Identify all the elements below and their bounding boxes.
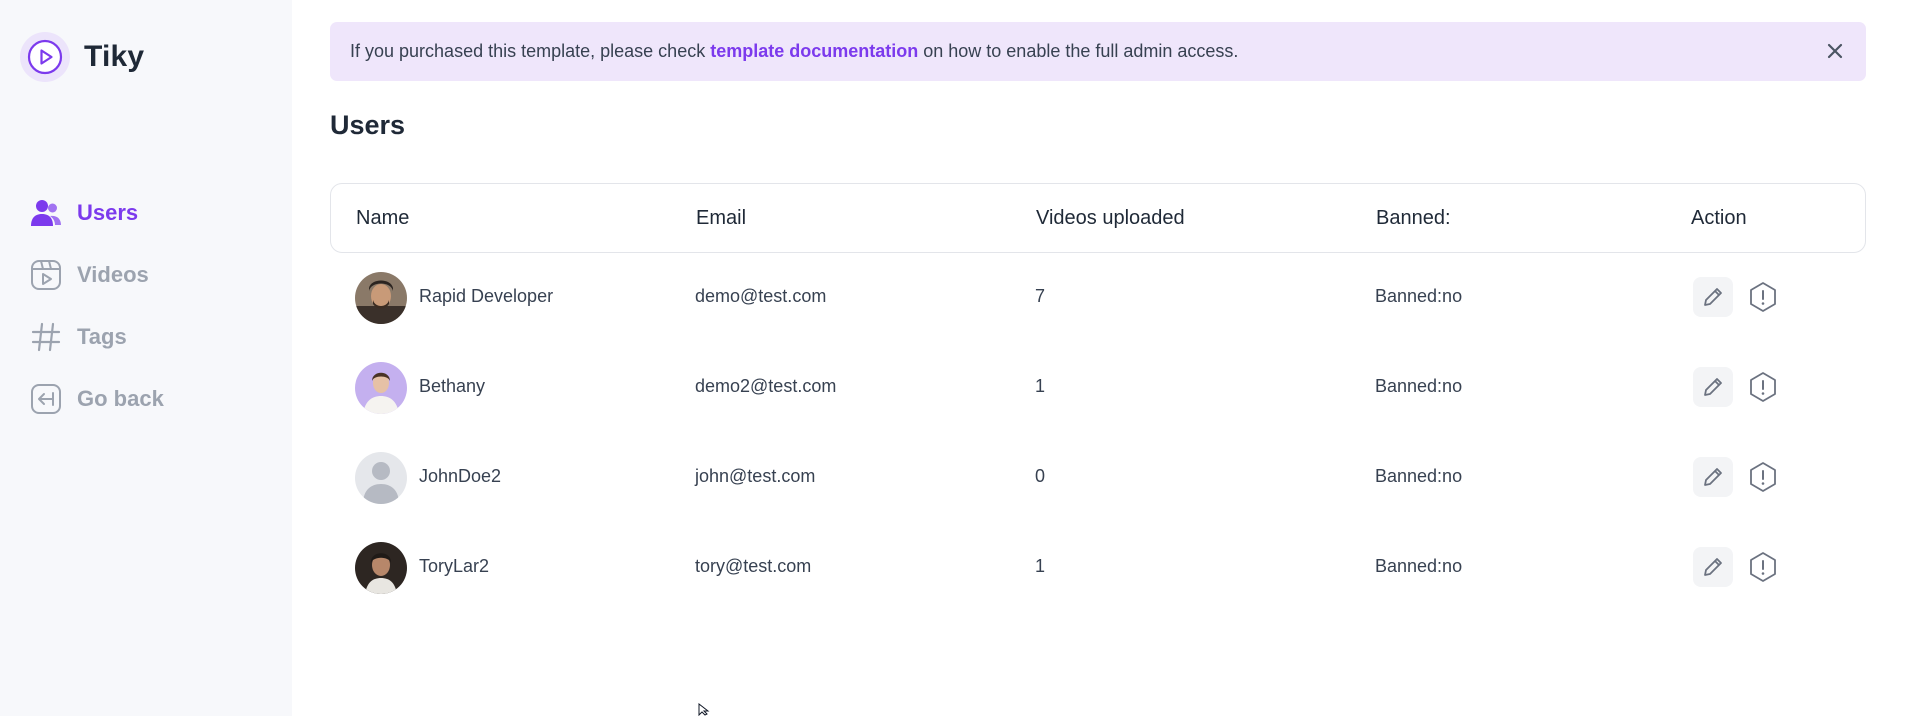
ban-button[interactable]: [1743, 547, 1783, 587]
alert-octagon-icon: [1750, 552, 1776, 582]
user-name: ToryLar2: [419, 556, 490, 576]
ban-button[interactable]: [1743, 367, 1783, 407]
ban-button[interactable]: [1743, 457, 1783, 497]
hash-icon: [30, 321, 62, 353]
column-header-email: Email: [696, 207, 747, 229]
avatar: [355, 542, 407, 594]
videos-uploaded-count: 1: [1035, 376, 1046, 396]
column-header-name: Name: [356, 207, 410, 229]
table-row: Bethany demo2@test.com 1 Banned:no: [330, 343, 1866, 433]
videos-uploaded-count: 1: [1035, 556, 1046, 576]
edit-button[interactable]: [1693, 457, 1733, 497]
avatar: [355, 362, 407, 414]
page-title: Users: [330, 110, 406, 140]
app-name: Tiky: [84, 40, 145, 73]
sidebar-item-videos[interactable]: Videos: [30, 257, 164, 293]
alert-octagon-icon: [1750, 282, 1776, 312]
column-header-action: Action: [1691, 207, 1747, 229]
user-email: demo2@test.com: [695, 376, 837, 396]
sidebar: Tiky Users Videos Tags Go back: [0, 0, 292, 716]
banned-status: Banned:no: [1375, 286, 1463, 306]
videos-uploaded-count: 7: [1035, 286, 1046, 306]
user-email: demo@test.com: [695, 286, 827, 306]
banned-status: Banned:no: [1375, 376, 1463, 396]
ban-button[interactable]: [1743, 277, 1783, 317]
edit-button[interactable]: [1693, 367, 1733, 407]
table-header: Name Email Videos uploaded Banned: Actio…: [330, 183, 1866, 253]
column-header-videos: Videos uploaded: [1036, 207, 1185, 229]
go-back-icon: [30, 383, 62, 415]
alert-octagon-icon: [1750, 462, 1776, 492]
user-email: john@test.com: [695, 466, 816, 486]
avatar: [355, 272, 407, 324]
sidebar-item-label: Go back: [77, 386, 164, 411]
avatar: [355, 452, 407, 504]
play-circle-icon: [20, 32, 70, 82]
sidebar-nav: Users Videos Tags Go back: [30, 195, 164, 443]
template-documentation-link[interactable]: template documentation: [710, 41, 918, 62]
user-name: Bethany: [419, 376, 486, 396]
sidebar-item-label: Users: [77, 200, 139, 225]
edit-button[interactable]: [1693, 277, 1733, 317]
pencil-icon: [1704, 468, 1722, 486]
sidebar-item-label: Videos: [77, 262, 149, 287]
pencil-icon: [1704, 558, 1722, 576]
close-icon[interactable]: [1824, 40, 1846, 62]
videos-uploaded-count: 0: [1035, 466, 1046, 486]
video-icon: [30, 259, 62, 291]
sidebar-item-label: Tags: [77, 324, 127, 349]
banned-status: Banned:no: [1375, 556, 1463, 576]
user-name: Rapid Developer: [419, 286, 554, 306]
sidebar-item-users[interactable]: Users: [30, 195, 164, 231]
user-email: tory@test.com: [695, 556, 812, 576]
edit-button[interactable]: [1693, 547, 1733, 587]
mouse-cursor-icon: [698, 703, 710, 716]
column-header-banned: Banned:: [1376, 207, 1451, 229]
pencil-icon: [1704, 288, 1722, 306]
table-row: Rapid Developer demo@test.com 7 Banned:n…: [330, 253, 1866, 343]
info-alert: If you purchased this template, please c…: [330, 22, 1866, 81]
banned-status: Banned:no: [1375, 466, 1463, 486]
sidebar-item-tags[interactable]: Tags: [30, 319, 164, 355]
pencil-icon: [1704, 378, 1722, 396]
alert-octagon-icon: [1750, 372, 1776, 402]
alert-text-suffix: on how to enable the full admin access.: [923, 41, 1239, 61]
user-name: JohnDoe2: [419, 466, 502, 486]
alert-text-prefix: If you purchased this template, please c…: [350, 41, 706, 61]
table-row: ToryLar2 tory@test.com 1 Banned:no: [330, 523, 1866, 613]
sidebar-item-go-back[interactable]: Go back: [30, 381, 164, 417]
app-logo[interactable]: Tiky: [20, 32, 144, 82]
table-row: JohnDoe2 john@test.com 0 Banned:no: [330, 433, 1866, 523]
users-icon: [30, 197, 62, 229]
